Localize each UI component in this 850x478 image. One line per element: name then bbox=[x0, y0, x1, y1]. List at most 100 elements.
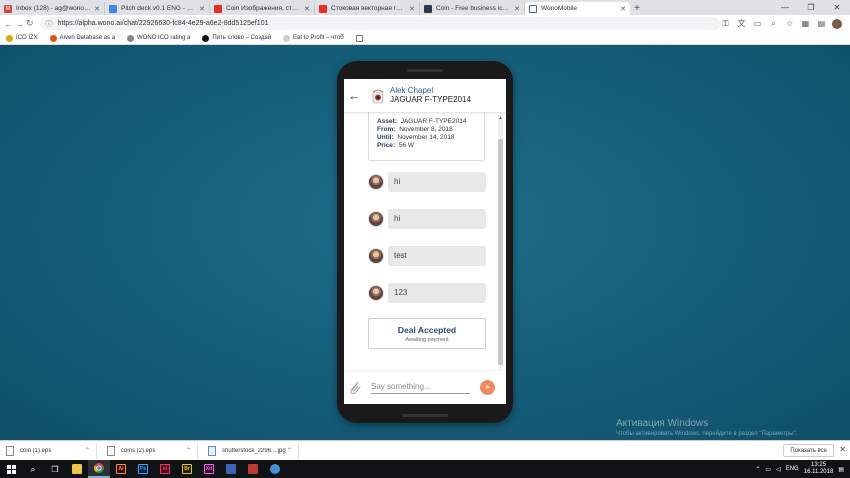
browser-tab[interactable]: Coin Изображения, стоковые ф ✕ bbox=[210, 2, 315, 15]
volume-icon[interactable]: ◁ bbox=[776, 466, 781, 473]
notifications-icon[interactable]: ▤ bbox=[838, 466, 844, 473]
task-view-icon[interactable]: ❒ bbox=[44, 460, 66, 478]
profile-avatar[interactable] bbox=[831, 18, 842, 29]
photoshop-icon[interactable]: Ps bbox=[132, 460, 154, 478]
download-item[interactable]: shutterstock_2296....jpg ⌃ bbox=[202, 442, 299, 459]
deal-status-subtitle: Awaiting payment bbox=[405, 336, 449, 343]
show-all-downloads-button[interactable]: Показать все bbox=[783, 444, 834, 457]
illustrator-icon[interactable]: Ai bbox=[110, 460, 132, 478]
chat-header: ← Alek Chapel JAGUAR F-TYPE2014 bbox=[344, 79, 506, 112]
forward-icon[interactable]: → bbox=[15, 17, 24, 31]
tab-title: Coin Изображения, стоковые ф bbox=[226, 5, 301, 12]
close-icon[interactable]: ✕ bbox=[514, 5, 520, 13]
chevron-up-icon[interactable]: ⌃ bbox=[85, 447, 90, 454]
close-icon[interactable]: ✕ bbox=[199, 5, 205, 13]
close-icon[interactable]: ✕ bbox=[620, 5, 626, 13]
browser-tab[interactable]: M Inbox (128) - ag@wono.io - wor ✕ bbox=[0, 2, 105, 15]
chrome-icon[interactable] bbox=[88, 460, 110, 478]
new-tab-button[interactable]: + bbox=[630, 2, 644, 15]
app-icon[interactable] bbox=[264, 460, 286, 478]
bookmark[interactable]: Aiven Database as a bbox=[49, 34, 115, 42]
bookmark[interactable]: Пить слово – Создай bbox=[202, 34, 272, 42]
bookmark-icon bbox=[283, 34, 291, 42]
browser-tab-active[interactable]: WonoMobile ✕ bbox=[525, 2, 630, 15]
chevron-up-icon[interactable]: ⌃ bbox=[287, 447, 292, 454]
bookmark[interactable]: WONO ICO rating a bbox=[127, 34, 190, 42]
scroll-up-icon[interactable]: ▲ bbox=[498, 115, 503, 121]
message-composer: ➤ bbox=[344, 370, 506, 404]
menu-icon[interactable]: ⋮ bbox=[846, 18, 850, 30]
bridge-icon[interactable]: Br bbox=[176, 460, 198, 478]
system-tray: ⌃ ▭ ◁ ENG 13:25 16.11.2018 ▤ bbox=[755, 462, 850, 476]
indesign-icon[interactable]: Id bbox=[154, 460, 176, 478]
file-icon bbox=[107, 445, 115, 456]
close-icon[interactable]: ✕ bbox=[839, 445, 846, 454]
extension-icon[interactable]: ▦ bbox=[800, 18, 812, 30]
bookmark[interactable]: ICO IZX bbox=[6, 34, 38, 42]
close-icon[interactable]: ✕ bbox=[409, 5, 415, 13]
bookmark-label: ICO IZX bbox=[16, 35, 38, 41]
deal-label: Price: bbox=[377, 142, 396, 149]
bookmark-label: Пить слово – Создай bbox=[212, 35, 272, 41]
scrollbar-thumb[interactable] bbox=[498, 139, 503, 365]
reload-icon[interactable]: ↻ bbox=[26, 17, 34, 31]
bookmark[interactable]: Eat to Profit – чтоб bbox=[283, 34, 344, 42]
windows-taskbar: ⌕ ❒ Ai Ps Id Br Xd ⌃ ▭ ◁ ENG 13:25 16.11… bbox=[0, 460, 850, 478]
close-icon[interactable]: ✕ bbox=[304, 5, 310, 13]
xd-icon[interactable]: Xd bbox=[198, 460, 220, 478]
shutterstock-icon bbox=[214, 4, 222, 13]
phone-bottom-bar bbox=[402, 414, 448, 417]
app-icon[interactable] bbox=[242, 460, 264, 478]
jaguar-logo-icon bbox=[370, 87, 385, 104]
chevron-up-icon[interactable]: ⌃ bbox=[755, 466, 760, 473]
key-icon[interactable]: ⚿ bbox=[720, 18, 732, 30]
close-icon[interactable]: ✕ bbox=[94, 5, 100, 13]
info-icon[interactable]: ⓘ bbox=[46, 19, 53, 29]
minimize-icon[interactable]: — bbox=[772, 0, 798, 15]
browser-toolbar: ← → ↻ ⓘ https://alpha.wono.ai/chat/22926… bbox=[0, 15, 850, 32]
activation-subtitle: Чтобы активировать Windows, перейдите в … bbox=[616, 431, 798, 437]
download-item[interactable]: coin (1).eps ⌃ bbox=[0, 442, 97, 459]
address-bar[interactable]: ⓘ https://alpha.wono.ai/chat/22926630-fc… bbox=[39, 17, 720, 30]
search-icon[interactable]: ⌕ bbox=[22, 460, 44, 478]
restore-icon[interactable]: ❐ bbox=[798, 0, 824, 15]
extension-icon[interactable]: ▤ bbox=[816, 18, 828, 30]
clock[interactable]: 13:25 16.11.2018 bbox=[804, 462, 834, 476]
back-arrow-icon[interactable]: ← bbox=[348, 88, 370, 103]
message-bubble: 123 bbox=[388, 282, 486, 303]
avatar bbox=[368, 210, 384, 227]
phone-screen: ← Alek Chapel JAGUAR F-TYPE2014 Asset: J… bbox=[344, 79, 506, 404]
paperclip-icon[interactable] bbox=[348, 379, 362, 395]
shutterstock-icon bbox=[319, 4, 327, 13]
language-indicator[interactable]: ENG bbox=[786, 466, 799, 472]
app-icon[interactable] bbox=[220, 460, 242, 478]
file-explorer-icon[interactable] bbox=[66, 460, 88, 478]
browser-tab[interactable]: Стоковая векторная графика « ✕ bbox=[315, 2, 420, 15]
cast-icon[interactable]: ▭ bbox=[752, 18, 764, 30]
browser-tab[interactable]: Pitch deck v0.1 ENG - Google Dr ✕ bbox=[105, 2, 210, 15]
page-background: ← Alek Chapel JAGUAR F-TYPE2014 Asset: J… bbox=[0, 45, 850, 440]
deal-label: Until: bbox=[377, 134, 394, 141]
download-item[interactable]: coins (2).eps ⌃ bbox=[101, 442, 198, 459]
translate-icon[interactable]: 文 bbox=[736, 18, 748, 30]
image-file-icon bbox=[208, 445, 216, 456]
send-button[interactable]: ➤ bbox=[480, 380, 495, 395]
chat-message: 123 bbox=[368, 282, 486, 303]
zoom-icon[interactable]: ⌕ bbox=[768, 18, 780, 30]
chevron-up-icon[interactable]: ⌃ bbox=[186, 447, 191, 454]
close-window-icon[interactable]: ✕ bbox=[824, 0, 850, 15]
start-button[interactable] bbox=[0, 460, 22, 478]
bookmark[interactable] bbox=[355, 34, 366, 42]
network-icon[interactable]: ▭ bbox=[765, 466, 771, 473]
file-icon bbox=[6, 445, 14, 456]
message-bubble: hi bbox=[388, 208, 486, 229]
message-bubble: test bbox=[388, 245, 486, 266]
chat-header-text: Alek Chapel JAGUAR F-TYPE2014 bbox=[390, 86, 471, 105]
back-icon[interactable]: ← bbox=[4, 17, 13, 31]
download-filename: coin (1).eps bbox=[20, 447, 52, 454]
deal-summary-card: Asset: JAGUAR F-TYPE2014 From: November … bbox=[368, 112, 485, 161]
star-icon[interactable]: ☆ bbox=[784, 18, 796, 30]
message-input[interactable] bbox=[371, 380, 470, 394]
chat-messages[interactable]: Asset: JAGUAR F-TYPE2014 From: November … bbox=[344, 112, 506, 370]
browser-tab[interactable]: Coin - Free business icons ✕ bbox=[420, 2, 525, 15]
